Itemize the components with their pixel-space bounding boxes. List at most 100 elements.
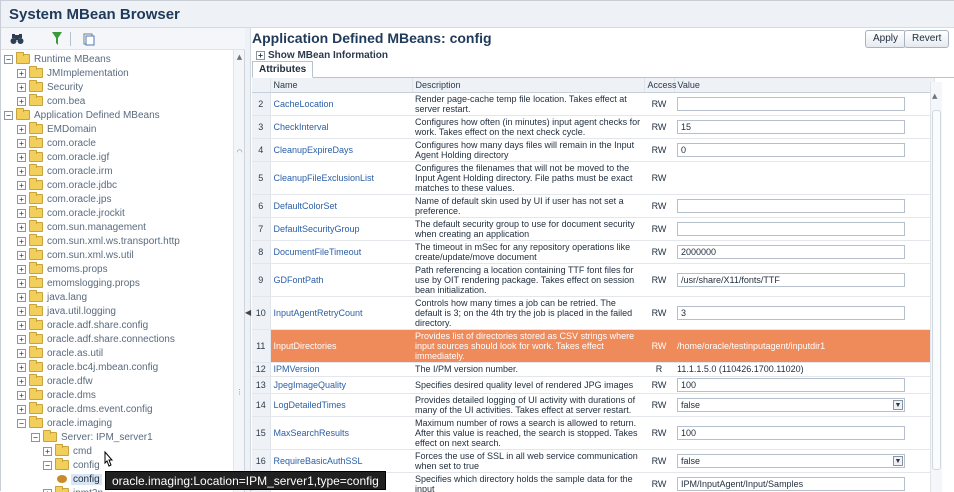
attribute-name-link[interactable]: DefaultColorSet (270, 194, 412, 217)
attribute-value-input[interactable] (677, 222, 905, 236)
attribute-name-link[interactable]: IPMVersion (270, 362, 412, 376)
table-row[interactable]: 8DocumentFileTimeoutThe timeout in mSec … (252, 240, 934, 263)
tree-folder-item[interactable]: +oracle.dms (17, 388, 96, 402)
tree-folder-item[interactable]: +oracle.as.util (17, 346, 103, 360)
attribute-name-link[interactable]: JpegImageQuality (270, 376, 412, 393)
scroll-up-arrow-icon[interactable]: ▲ (932, 92, 937, 100)
attribute-value-select[interactable]: false▼ (677, 398, 905, 412)
col-header-access[interactable]: Access (644, 78, 674, 92)
table-row[interactable]: 4CleanupExpireDaysConfigures how many da… (252, 138, 934, 161)
col-header-description[interactable]: Description (412, 78, 644, 92)
attribute-name-link[interactable]: RequireBasicAuthSSL (270, 449, 412, 472)
attribute-value-input[interactable]: 0 (677, 143, 905, 157)
tree-folder-item[interactable]: +com.oracle.igf (17, 150, 109, 164)
tree-folder-item[interactable]: +java.util.logging (17, 304, 116, 318)
expand-plus-icon[interactable]: + (43, 489, 52, 492)
attribute-value-select[interactable]: false▼ (677, 454, 905, 468)
refresh-icon[interactable] (81, 31, 97, 47)
collapse-minus-icon[interactable]: − (4, 111, 13, 120)
attribute-name-link[interactable]: CleanupExpireDays (270, 138, 412, 161)
expand-plus-icon[interactable]: + (17, 139, 26, 148)
table-row[interactable]: 14LogDetailedTimesProvides detailed logg… (252, 393, 934, 416)
tree-folder-item[interactable]: +com.oracle.jrockit (17, 206, 125, 220)
filter-icon[interactable] (49, 31, 65, 47)
tree-folder-item[interactable]: +ipmt2p (43, 486, 103, 492)
tree-folder-item[interactable]: −Server: IPM_server1 (31, 430, 153, 444)
table-row[interactable]: 9GDFontPathPath referencing a location c… (252, 263, 934, 296)
collapse-minus-icon[interactable]: − (43, 461, 52, 470)
table-row[interactable]: 15MaxSearchResultsMaximum number of rows… (252, 416, 934, 449)
tree-folder-item[interactable]: +com.oracle.jps (17, 192, 111, 206)
tree-folder-item[interactable]: +Security (17, 80, 83, 94)
attribute-value-input[interactable]: 100 (677, 378, 905, 392)
attribute-value-input[interactable] (677, 97, 905, 111)
table-row[interactable]: 16RequireBasicAuthSSLForces the use of S… (252, 449, 934, 472)
tree-folder-item[interactable]: +emoms.props (17, 262, 108, 276)
expand-plus-icon[interactable]: + (43, 447, 52, 456)
attribute-value-input[interactable]: /usr/share/X11/fonts/TTF (677, 273, 905, 287)
attribute-value-input[interactable]: IPM/InputAgent/Input/Samples (677, 477, 905, 491)
chevron-down-icon[interactable]: ▼ (893, 400, 903, 410)
expand-plus-icon[interactable]: + (17, 377, 26, 386)
tree-folder-item[interactable]: +com.oracle (17, 136, 96, 150)
expand-plus-icon[interactable]: + (17, 223, 26, 232)
table-row[interactable]: 6DefaultColorSetName of default skin use… (252, 194, 934, 217)
tree-folder-item[interactable]: −Runtime MBeans (4, 52, 111, 66)
expand-plus-icon[interactable]: + (17, 307, 26, 316)
table-row[interactable]: 12IPMVersionThe I/PM version number.R11.… (252, 362, 934, 376)
expand-plus-icon[interactable]: + (17, 405, 26, 414)
tree-folder-item[interactable]: +com.oracle.jdbc (17, 178, 117, 192)
attribute-name-link[interactable]: CleanupFileExclusionList (270, 161, 412, 194)
tree-folder-item[interactable]: −oracle.imaging (17, 416, 112, 430)
attribute-name-link[interactable]: MaxSearchResults (270, 416, 412, 449)
expand-plus-icon[interactable]: + (17, 97, 26, 106)
tree-folder-item[interactable]: +com.sun.xml.ws.transport.http (17, 234, 180, 248)
scroll-grip-icon[interactable]: ⋮ (235, 388, 244, 397)
table-scroll-thumb[interactable] (932, 110, 941, 470)
table-row[interactable]: 3CheckIntervalConfigures how often (in m… (252, 115, 934, 138)
attribute-name-link[interactable]: CheckInterval (270, 115, 412, 138)
expand-plus-icon[interactable]: + (17, 391, 26, 400)
attribute-value-input[interactable]: 15 (677, 120, 905, 134)
expand-plus-icon[interactable]: + (17, 125, 26, 134)
table-row[interactable]: 7DefaultSecurityGroupThe default securit… (252, 217, 934, 240)
attribute-name-link[interactable]: InputAgentRetryCount (270, 296, 412, 329)
scroll-up-arrow-icon[interactable]: ▲ (235, 53, 244, 62)
expand-plus-icon[interactable]: + (17, 237, 26, 246)
expand-plus-icon[interactable]: + (17, 69, 26, 78)
binoculars-icon[interactable] (9, 31, 25, 47)
expand-plus-icon[interactable]: + (17, 363, 26, 372)
col-header-value[interactable]: Value (674, 78, 934, 92)
attribute-name-link[interactable]: GDFontPath (270, 263, 412, 296)
tree-folder-item[interactable]: +emomslogging.props (17, 276, 140, 290)
tree-leaf-item[interactable]: config (57, 472, 102, 486)
attribute-value-input[interactable] (677, 199, 905, 213)
collapse-minus-icon[interactable]: − (4, 55, 13, 64)
attribute-name-link[interactable]: LogDetailedTimes (270, 393, 412, 416)
expand-plus-icon[interactable]: + (256, 51, 265, 60)
attribute-value-input[interactable]: 3 (677, 306, 905, 320)
tree-folder-item[interactable]: +oracle.bc4j.mbean.config (17, 360, 158, 374)
tree-folder-item[interactable]: +oracle.dfw (17, 374, 93, 388)
attribute-value-input[interactable]: 100 (677, 426, 905, 440)
collapse-minus-icon[interactable]: − (17, 419, 26, 428)
tree-folder-item[interactable]: +com.sun.xml.ws.util (17, 248, 134, 262)
expand-plus-icon[interactable]: + (17, 209, 26, 218)
expand-plus-icon[interactable]: + (17, 279, 26, 288)
expand-plus-icon[interactable]: + (17, 195, 26, 204)
tree-folder-item[interactable]: +JMImplementation (17, 66, 129, 80)
tree-folder-item[interactable]: −Application Defined MBeans (4, 108, 160, 122)
expand-plus-icon[interactable]: + (17, 349, 26, 358)
panel-splitter[interactable]: ◀ (245, 28, 251, 492)
tree-folder-item[interactable]: +EMDomain (17, 122, 96, 136)
chevron-down-icon[interactable]: ▼ (893, 456, 903, 466)
expand-plus-icon[interactable]: + (17, 265, 26, 274)
collapse-minus-icon[interactable]: − (31, 433, 40, 442)
table-row[interactable]: 11InputDirectoriesProvides list of direc… (252, 329, 934, 362)
table-row[interactable]: 2CacheLocationRender page-cache temp fil… (252, 92, 934, 115)
tab-attributes[interactable]: Attributes (252, 61, 313, 78)
expand-plus-icon[interactable]: + (17, 321, 26, 330)
expand-plus-icon[interactable]: + (17, 335, 26, 344)
expand-plus-icon[interactable]: + (17, 251, 26, 260)
tree-folder-item[interactable]: +oracle.dms.event.config (17, 402, 153, 416)
